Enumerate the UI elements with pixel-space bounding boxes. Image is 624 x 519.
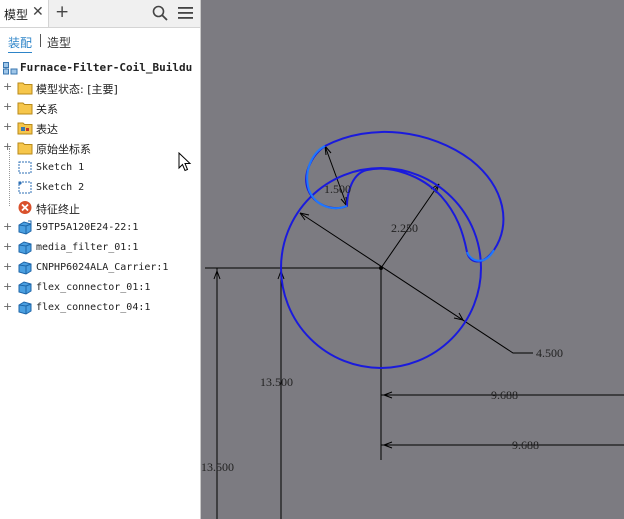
tree-item-part-flex-connector-04[interactable]: + flex_connector_04:1: [0, 298, 200, 318]
expand-icon[interactable]: +: [3, 81, 12, 92]
tree-item-label: 关系: [36, 103, 58, 116]
tree-item-sketch-1[interactable]: Sketch 1: [0, 158, 200, 178]
sketch-slot: [305, 130, 505, 263]
tree-item-label: Sketch 2: [36, 182, 85, 193]
subtab-divider: [40, 34, 41, 47]
tree-item-label: 模型状态: [主要]: [36, 83, 118, 96]
tree-item-end-of-features[interactable]: 特征终止: [0, 198, 200, 218]
tree-item-part-59tp5a[interactable]: + 59TP5A120E24-22:1: [0, 218, 200, 238]
dimension-9688-b: 9.688: [512, 438, 539, 452]
folder-icon: [17, 80, 33, 95]
graphics-canvas[interactable]: 1.500 2.250 4.500 13.500 9.688 9.688 13.…: [201, 0, 624, 519]
search-icon[interactable]: [152, 5, 168, 24]
dimension-13500-inner: 13.500: [260, 375, 293, 389]
tree-root-assembly[interactable]: Furnace-Filter-Coil_Buildu: [0, 58, 200, 78]
dimension-9688-a: 9.688: [491, 388, 518, 402]
part-icon: [17, 280, 33, 295]
tree-item-label: flex_connector_01:1: [36, 282, 151, 293]
expand-icon[interactable]: +: [3, 301, 12, 312]
part-icon: [17, 260, 33, 275]
tree-item-label: 原始坐标系: [36, 143, 91, 156]
tree-item-part-media-filter[interactable]: + media_filter_01:1: [0, 238, 200, 258]
part-icon: [17, 240, 33, 255]
tree-item-sketch-2[interactable]: Sketch 2: [0, 178, 200, 198]
dimension-1500: 1.500: [324, 182, 351, 196]
tree-item-model-state[interactable]: + 模型状态: [主要]: [0, 78, 200, 98]
expand-icon[interactable]: +: [3, 121, 12, 132]
add-tab-icon[interactable]: +: [55, 2, 69, 22]
browser-tab-bar: 模型 ✕ +: [0, 0, 200, 28]
assembly-icon: [3, 62, 18, 78]
dimension-2250: 2.250: [391, 221, 418, 235]
end-of-features-icon: [17, 200, 33, 215]
expand-icon[interactable]: +: [3, 281, 12, 292]
tree-root-label: Furnace-Filter-Coil_Buildu: [20, 61, 193, 74]
browser-panel: 模型 ✕ + 装配 造型 Furnace-Filter-Coil_Buildu …: [0, 0, 201, 519]
tree-item-label: 表达: [36, 123, 58, 136]
expand-icon[interactable]: +: [3, 261, 12, 272]
representation-folder-icon: [17, 120, 33, 135]
circle-center-point: [379, 266, 383, 270]
folder-icon: [17, 140, 33, 155]
subtab-modeling[interactable]: 造型: [47, 34, 71, 51]
tree-item-part-flex-connector-01[interactable]: + flex_connector_01:1: [0, 278, 200, 298]
sketch-drawing: 1.500 2.250 4.500 13.500 9.688 9.688 13.…: [201, 130, 624, 519]
tree-item-label: media_filter_01:1: [36, 242, 139, 253]
tree-item-label: Sketch 1: [36, 162, 85, 173]
expand-icon[interactable]: +: [3, 241, 12, 252]
expand-icon[interactable]: +: [3, 221, 12, 232]
expand-icon[interactable]: +: [3, 141, 12, 152]
browser-subtabs: 装配 造型: [0, 28, 200, 53]
expand-icon[interactable]: +: [3, 101, 12, 112]
subtab-assembly[interactable]: 装配: [8, 34, 33, 53]
sketch-icon: [17, 160, 33, 175]
tree-item-part-carrier[interactable]: + CNPHP6024ALA_Carrier:1: [0, 258, 200, 278]
close-icon[interactable]: ✕: [32, 4, 44, 20]
dimension-4500: 4.500: [536, 346, 563, 360]
tree-item-label: CNPHP6024ALA_Carrier:1: [36, 262, 169, 273]
part-icon: [17, 220, 33, 235]
part-icon: [17, 300, 33, 315]
tree-item-label: 59TP5A120E24-22:1: [36, 222, 139, 233]
tree-item-label: 特征终止: [36, 203, 80, 216]
tree-item-relations[interactable]: + 关系: [0, 98, 200, 118]
tab-model[interactable]: 模型 ✕: [0, 0, 49, 27]
tree-item-origin[interactable]: + 原始坐标系: [0, 138, 200, 158]
tab-model-label: 模型: [4, 8, 29, 22]
folder-icon: [17, 100, 33, 115]
menu-icon[interactable]: [178, 6, 193, 23]
mouse-cursor-icon: [178, 151, 192, 175]
tree-item-label: flex_connector_04:1: [36, 302, 151, 313]
tree-item-representations[interactable]: + 表达: [0, 118, 200, 138]
dimension-13500-outer: 13.500: [201, 460, 234, 474]
sketch-icon: [17, 180, 33, 195]
